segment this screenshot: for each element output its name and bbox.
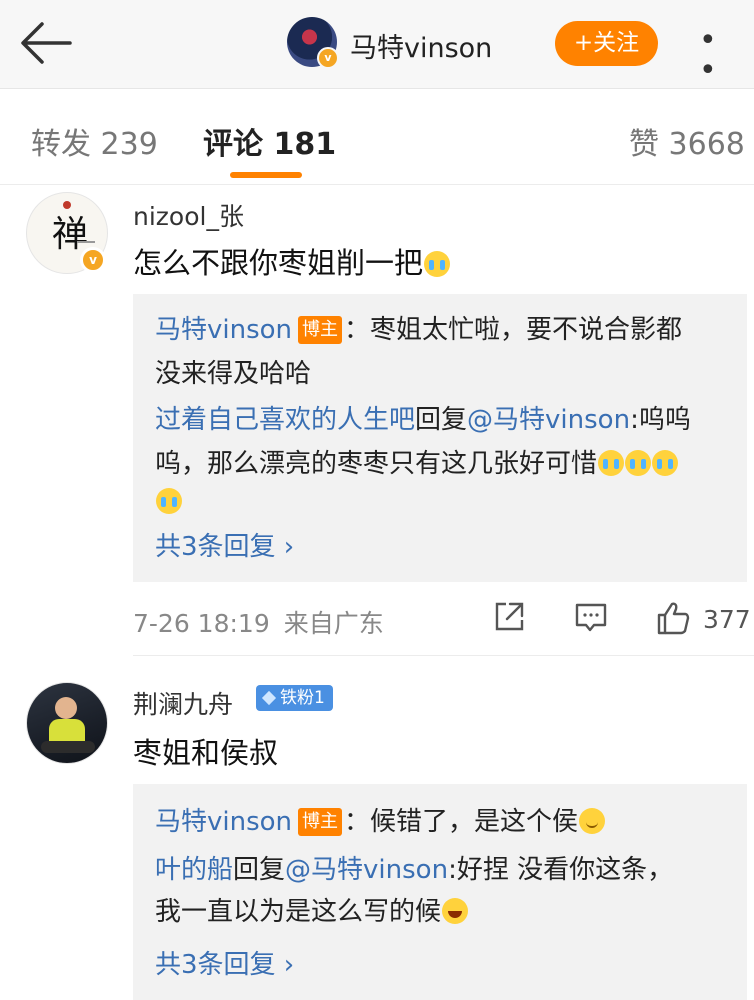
header-user-name[interactable]: 马特vinson bbox=[350, 26, 492, 65]
reply-mention[interactable]: @马特vinson bbox=[285, 855, 448, 885]
comment-meta: 7-26 18:19 来自广东 bbox=[133, 604, 384, 640]
diamond-icon bbox=[261, 690, 277, 706]
tab-likes[interactable]: 赞 3668 bbox=[629, 119, 745, 163]
comment-divider bbox=[133, 655, 754, 656]
reply-text: :呜呜 bbox=[630, 405, 691, 435]
tab-comments[interactable]: 评论 181 bbox=[203, 119, 336, 163]
reply-verb: 回复 bbox=[415, 405, 468, 435]
avatar-decoration bbox=[77, 241, 95, 243]
verified-badge-icon: v bbox=[80, 247, 106, 273]
reply-line: 过着自己喜欢的人生吧回复@马特vinson:呜呜 bbox=[155, 402, 691, 438]
reply-text: ：枣姐太忙啦，要不说合影都 bbox=[344, 315, 683, 345]
reply-line: 马特vinson 博主 ：候错了，是这个侯 bbox=[155, 804, 606, 840]
comment-text-content: 怎么不跟你枣姐削一把 bbox=[133, 246, 424, 280]
crying-emoji-icon bbox=[598, 450, 625, 476]
crying-emoji-icon bbox=[625, 450, 652, 476]
header-avatar[interactable]: v bbox=[287, 17, 339, 69]
tab-reposts[interactable]: 转发 239 bbox=[31, 119, 158, 163]
active-tab-indicator bbox=[230, 172, 302, 178]
verified-badge-icon: v bbox=[317, 47, 339, 69]
reply-line-continued: 我一直以为是这么写的候 bbox=[155, 894, 469, 930]
reply-line: 马特vinson 博主 ：枣姐太忙啦，要不说合影都 bbox=[155, 312, 682, 348]
reply-author[interactable]: 过着自己喜欢的人生吧 bbox=[155, 405, 415, 435]
fan-badge-label: 铁粉1 bbox=[280, 688, 325, 708]
comment-time: 7-26 18:19 bbox=[133, 609, 270, 638]
reply-line-continued bbox=[155, 484, 182, 520]
comment-text: 怎么不跟你枣姐削一把 bbox=[133, 240, 451, 282]
crying-emoji-icon bbox=[424, 251, 451, 277]
crying-emoji-icon bbox=[156, 488, 182, 514]
avatar-calligraphy: 禅 bbox=[52, 214, 89, 255]
more-replies-link[interactable]: 共3条回复 › bbox=[155, 526, 294, 563]
reply-mention[interactable]: @马特vinson bbox=[467, 405, 630, 435]
follow-button[interactable]: +关注 bbox=[555, 21, 658, 66]
reply-line: 叶的船回复@马特vinson:好捏 没看你这条， bbox=[155, 852, 673, 888]
like-count: 377 bbox=[703, 605, 751, 634]
comment-icon[interactable] bbox=[574, 600, 608, 638]
tab-bar: 转发 239 评论 181 赞 3668 bbox=[0, 89, 754, 185]
more-replies-link[interactable]: 共3条回复 › bbox=[155, 944, 294, 981]
reply-line-continued: 呜，那么漂亮的枣枣只有这几张好可惜 bbox=[155, 446, 679, 482]
reply-verb: 回复 bbox=[233, 855, 286, 885]
reply-preview-box[interactable]: 马特vinson 博主 ：候错了，是这个侯 叶的船回复@马特vinson:好捏 没看… bbox=[133, 784, 747, 1000]
like-icon[interactable] bbox=[655, 600, 691, 640]
avatar[interactable] bbox=[26, 682, 108, 764]
fan-level-badge[interactable]: 铁粉1 bbox=[256, 685, 333, 711]
author-tag-badge: 博主 bbox=[298, 808, 343, 836]
reply-preview-box[interactable]: 马特vinson 博主 ：枣姐太忙啦，要不说合影都 没来得及哈哈 过着自己喜欢的人生… bbox=[133, 294, 747, 582]
reply-text: ：候错了，是这个侯 bbox=[344, 807, 579, 837]
reply-text: 我一直以为是这么写的候 bbox=[155, 897, 442, 927]
crying-emoji-icon bbox=[652, 450, 679, 476]
comment-text: 枣姐和侯叔 bbox=[133, 736, 279, 770]
reply-line-continued: 没来得及哈哈 bbox=[155, 359, 312, 389]
avatar-person-head bbox=[55, 697, 77, 719]
avatar-person-legs bbox=[41, 741, 95, 753]
reply-text: 呜，那么漂亮的枣枣只有这几张好可惜 bbox=[155, 449, 598, 479]
reply-author[interactable]: 叶的船 bbox=[155, 855, 233, 885]
comment-user-name[interactable]: nizool_张 bbox=[133, 197, 244, 233]
smile-emoji-icon bbox=[579, 808, 606, 834]
reply-author[interactable]: 马特vinson bbox=[155, 807, 292, 837]
share-icon[interactable] bbox=[492, 600, 526, 638]
top-bar: v 马特vinson +关注 • • • bbox=[0, 0, 754, 116]
back-arrow-icon[interactable] bbox=[18, 20, 74, 66]
reply-text: :好捏 没看你这条， bbox=[448, 855, 674, 885]
reply-author[interactable]: 马特vinson bbox=[155, 315, 292, 345]
comment-location: 来自广东 bbox=[283, 609, 384, 638]
comment-user-name[interactable]: 荆澜九舟 bbox=[133, 685, 233, 721]
author-tag-badge: 博主 bbox=[298, 316, 343, 344]
laugh-emoji-icon bbox=[442, 898, 469, 924]
